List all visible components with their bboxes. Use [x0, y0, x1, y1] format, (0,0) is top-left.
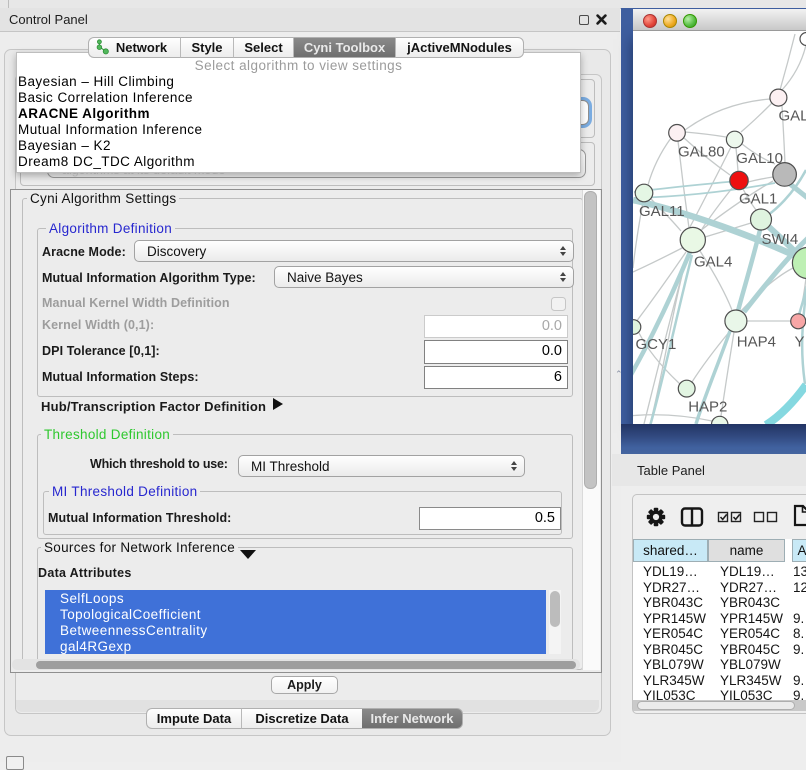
- svg-text:GAL80: GAL80: [678, 144, 725, 161]
- svg-text:GAL11: GAL11: [639, 203, 685, 220]
- svg-text:HAP2: HAP2: [688, 399, 727, 416]
- svg-text:GAL4: GAL4: [694, 254, 732, 271]
- svg-text:Y: Y: [795, 333, 805, 350]
- svg-text:SWI4: SWI4: [762, 231, 799, 248]
- svg-text:GCY1: GCY1: [636, 336, 677, 353]
- svg-text:GAL10: GAL10: [736, 150, 783, 167]
- svg-text:GAL7: GAL7: [779, 108, 806, 125]
- svg-text:HAP4: HAP4: [737, 333, 776, 350]
- svg-text:GAL1: GAL1: [739, 191, 777, 208]
